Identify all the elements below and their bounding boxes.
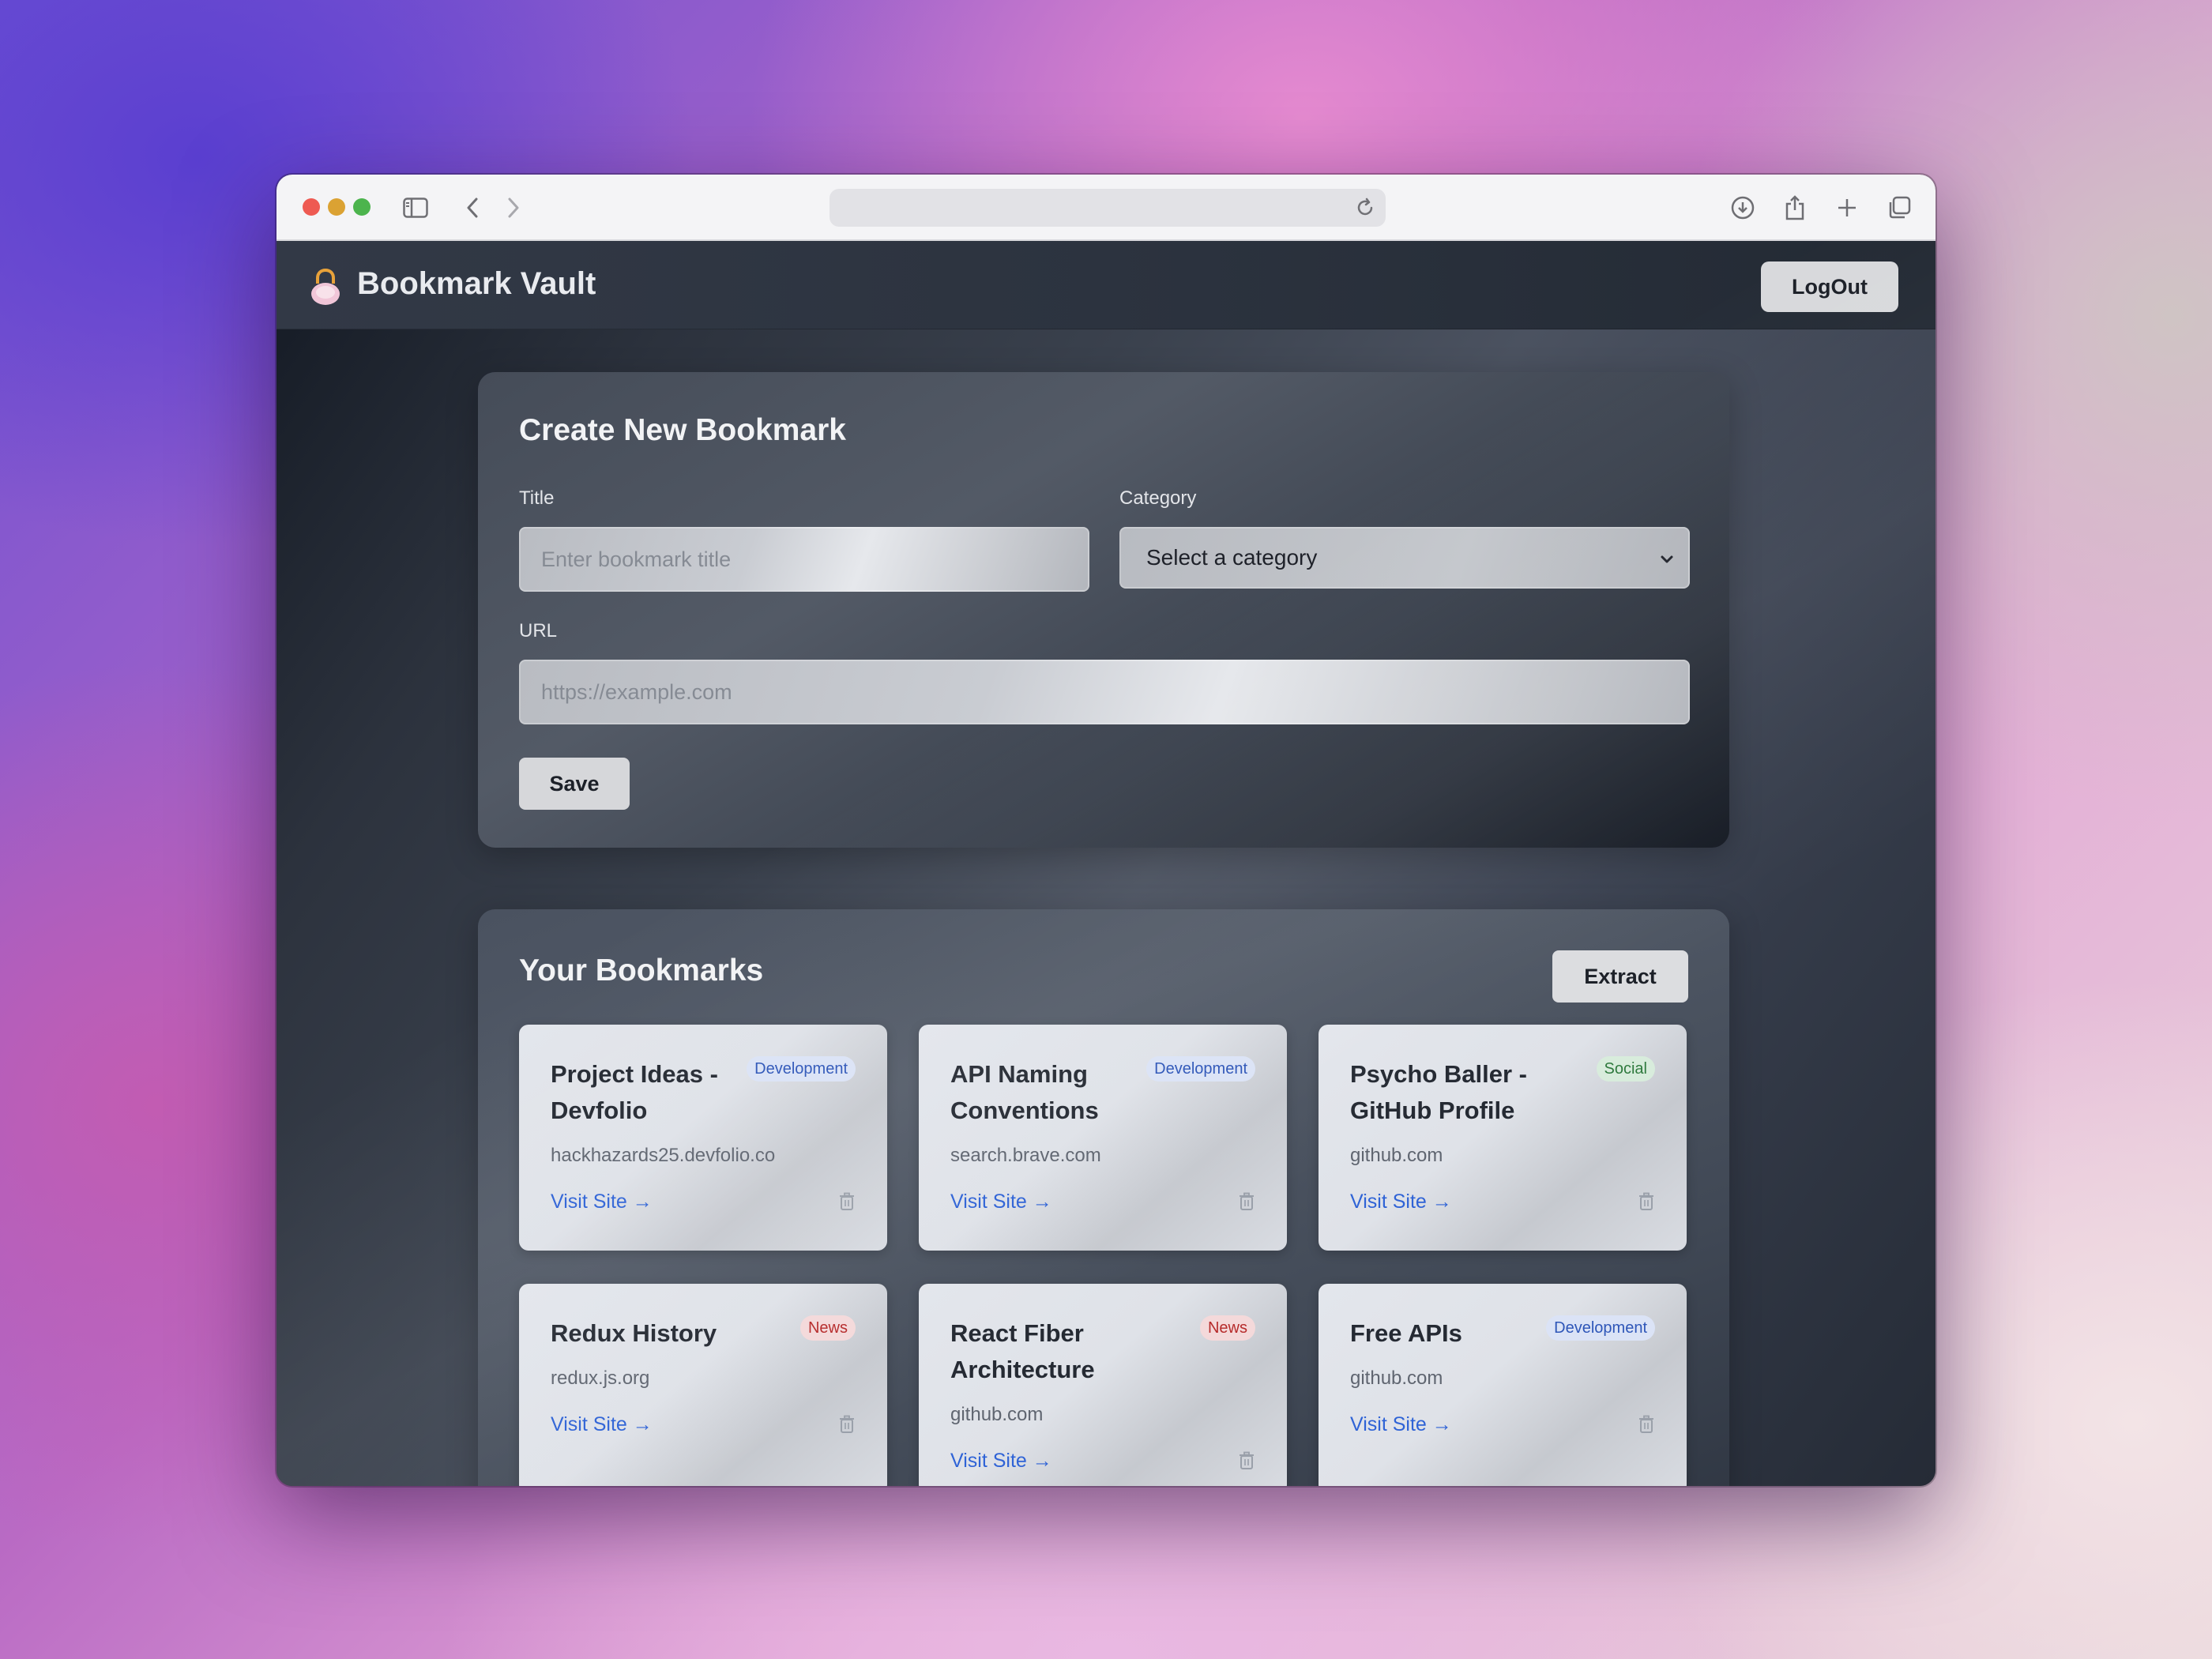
bookmark-title: Redux History <box>551 1319 717 1347</box>
bookmark-domain: github.com <box>1350 1367 1443 1389</box>
tabs-icon[interactable] <box>1883 192 1915 224</box>
title-label: Title <box>519 487 555 509</box>
share-icon[interactable] <box>1779 192 1811 224</box>
category-badge: Development <box>1146 1056 1255 1082</box>
category-label: Category <box>1119 487 1197 509</box>
category-badge: Development <box>1546 1315 1655 1341</box>
bookmark-title: Project Ideas - Devfolio <box>551 1060 718 1124</box>
bookmark-title: API Naming Conventions <box>950 1060 1099 1124</box>
maximize-window-button[interactable] <box>353 198 371 216</box>
minimize-window-button[interactable] <box>328 198 345 216</box>
category-badge: News <box>799 1315 856 1341</box>
visit-site-link[interactable]: Visit Site → <box>1350 1191 1452 1213</box>
url-input[interactable] <box>519 660 1690 724</box>
browser-toolbar <box>276 175 1936 241</box>
create-bookmark-panel: Create New Bookmark Title Category Selec… <box>478 372 1729 848</box>
forward-icon[interactable] <box>498 192 529 224</box>
bookmarks-heading: Your Bookmarks <box>519 954 764 988</box>
bookmark-domain: hackhazards25.devfolio.co <box>551 1145 776 1166</box>
bookmark-domain: redux.js.org <box>551 1367 650 1389</box>
close-window-button[interactable] <box>303 198 320 216</box>
category-selected-value: Select a category <box>1146 545 1318 570</box>
bookmark-title: React Fiber Architecture <box>950 1319 1095 1383</box>
bookmark-card: React Fiber Architecture News github.com Vi… <box>919 1284 1287 1486</box>
trash-icon[interactable] <box>838 1415 856 1434</box>
visit-site-link[interactable]: Visit Site → <box>551 1413 653 1436</box>
new-tab-icon[interactable] <box>1831 192 1863 224</box>
bookmark-domain: search.brave.com <box>950 1145 1101 1166</box>
bookmark-card: Free APIs Development github.com Visit Site… <box>1319 1284 1687 1486</box>
category-badge: News <box>1199 1315 1255 1341</box>
visit-site-link[interactable]: Visit Site → <box>950 1450 1052 1473</box>
app-title: Bookmark Vault <box>357 266 596 301</box>
lock-icon <box>308 268 343 306</box>
bookmark-card: Project Ideas - Devfolio Development hackh… <box>519 1025 887 1251</box>
browser-window: Bookmark Vault LogOut Create New Bookmar… <box>276 175 1936 1486</box>
create-heading: Create New Bookmark <box>519 413 846 447</box>
bookmark-title: Free APIs <box>1350 1319 1462 1347</box>
extract-button[interactable]: Extract <box>1552 950 1688 1003</box>
category-badge: Development <box>747 1056 856 1082</box>
bookmark-card: API Naming Conventions Development search.… <box>919 1025 1287 1251</box>
category-select[interactable]: Select a category <box>1119 527 1690 589</box>
address-bar[interactable] <box>830 189 1386 227</box>
download-icon[interactable] <box>1727 192 1759 224</box>
back-icon[interactable] <box>457 192 488 224</box>
url-label: URL <box>519 620 558 641</box>
bookmarks-panel: Your Bookmarks Extract Project Ideas - D… <box>478 909 1729 1486</box>
bookmark-domain: github.com <box>1350 1145 1443 1166</box>
visit-site-link[interactable]: Visit Site → <box>950 1191 1052 1213</box>
title-input[interactable] <box>519 527 1089 592</box>
bookmark-domain: github.com <box>950 1404 1044 1425</box>
bookmark-title: Psycho Baller - GitHub Profile <box>1350 1060 1527 1124</box>
reload-icon[interactable] <box>1352 195 1378 220</box>
save-button[interactable]: Save <box>519 758 630 810</box>
visit-site-link[interactable]: Visit Site → <box>1350 1413 1452 1436</box>
visit-site-link[interactable]: Visit Site → <box>551 1191 653 1213</box>
bookmark-card: Psycho Baller - GitHub Profile Social gith… <box>1319 1025 1687 1251</box>
page-content: Bookmark Vault LogOut Create New Bookmar… <box>276 241 1936 1486</box>
logout-button[interactable]: LogOut <box>1761 261 1898 312</box>
trash-icon[interactable] <box>1638 1415 1655 1434</box>
trash-icon[interactable] <box>838 1192 856 1211</box>
chevron-down-icon <box>1657 549 1677 570</box>
trash-icon[interactable] <box>1638 1192 1655 1211</box>
app-navbar: Bookmark Vault LogOut <box>276 241 1936 329</box>
sidebar-icon[interactable] <box>400 192 431 224</box>
trash-icon[interactable] <box>1238 1451 1255 1470</box>
category-badge: Social <box>1596 1056 1655 1082</box>
bookmark-card: Redux History News redux.js.org Visit Site … <box>519 1284 887 1486</box>
trash-icon[interactable] <box>1238 1192 1255 1211</box>
